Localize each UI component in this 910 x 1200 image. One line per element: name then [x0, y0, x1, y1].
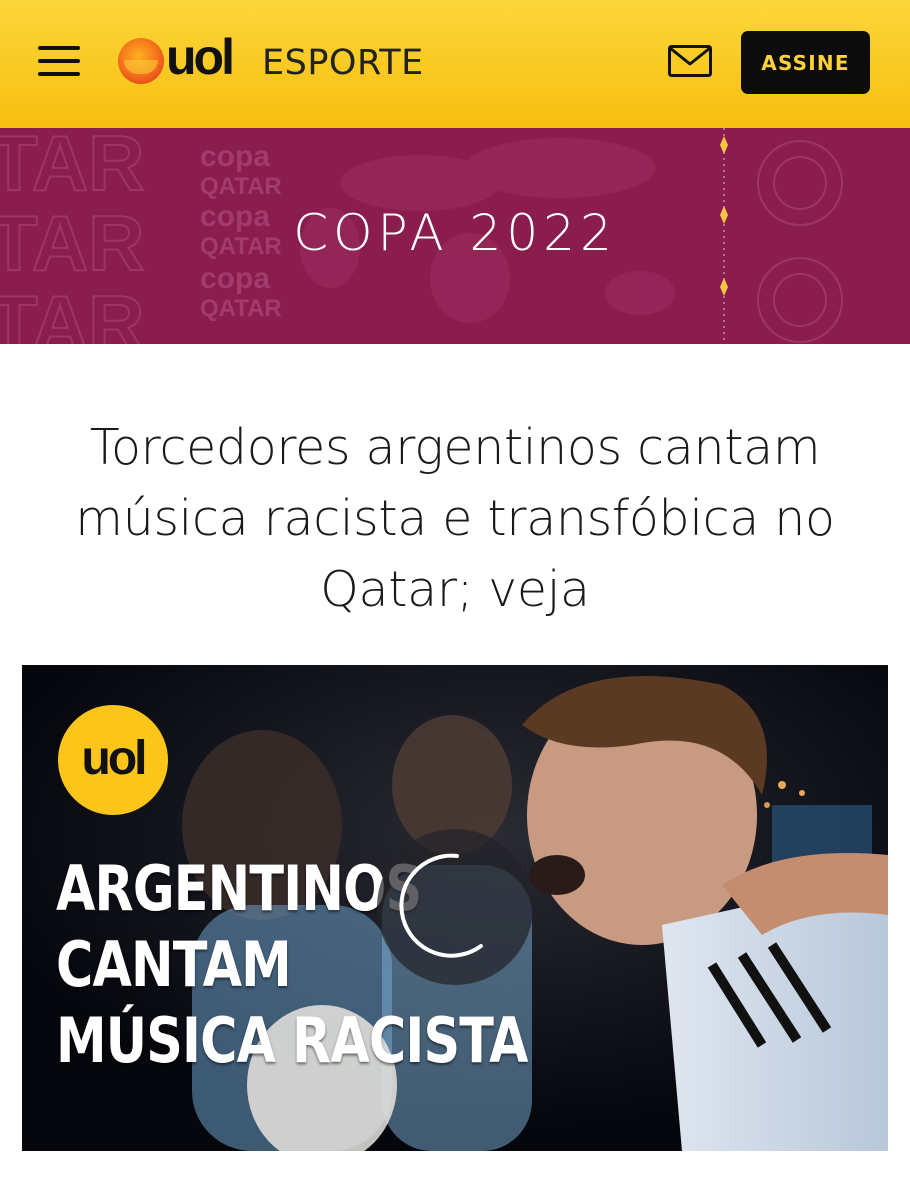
- banner-title[interactable]: COPA 2022: [0, 200, 910, 266]
- bg-text-qatar: QATAR: [200, 295, 282, 322]
- video-badge-text: uol: [81, 731, 148, 785]
- uol-sun-icon: [118, 38, 164, 84]
- bg-text-copa: copa: [200, 262, 270, 295]
- hamburger-menu-icon[interactable]: [38, 46, 80, 76]
- bg-text-tar: TAR: [0, 128, 145, 207]
- uol-video-badge: uol: [58, 705, 168, 815]
- section-name[interactable]: ESPORTE: [262, 41, 424, 85]
- subscribe-button[interactable]: ASSINE: [741, 31, 870, 94]
- video-caption-line: MÚSICA RACISTA: [56, 1004, 529, 1077]
- bg-text-copa: copa: [200, 140, 270, 173]
- article-headline: Torcedores argentinos cantam música raci…: [75, 419, 835, 618]
- video-caption: ARGENTINOS CANTAM MÚSICA RACISTA: [56, 851, 631, 1079]
- bg-text-qatar: QATAR: [200, 173, 282, 200]
- uol-logo[interactable]: uol: [118, 30, 248, 84]
- logo-text: uol: [166, 29, 235, 85]
- loading-spinner-icon: [377, 829, 533, 985]
- copa-banner[interactable]: TAR TAR TAR copa QATAR copa QATAR copa Q…: [0, 128, 910, 344]
- site-header: uol ESPORTE ASSINE: [0, 0, 910, 128]
- video-player[interactable]: uol ARGENTINOS CANTAM MÚSICA RACISTA: [22, 665, 888, 1151]
- bg-text-tar: TAR: [0, 279, 145, 344]
- mail-icon[interactable]: [668, 45, 712, 77]
